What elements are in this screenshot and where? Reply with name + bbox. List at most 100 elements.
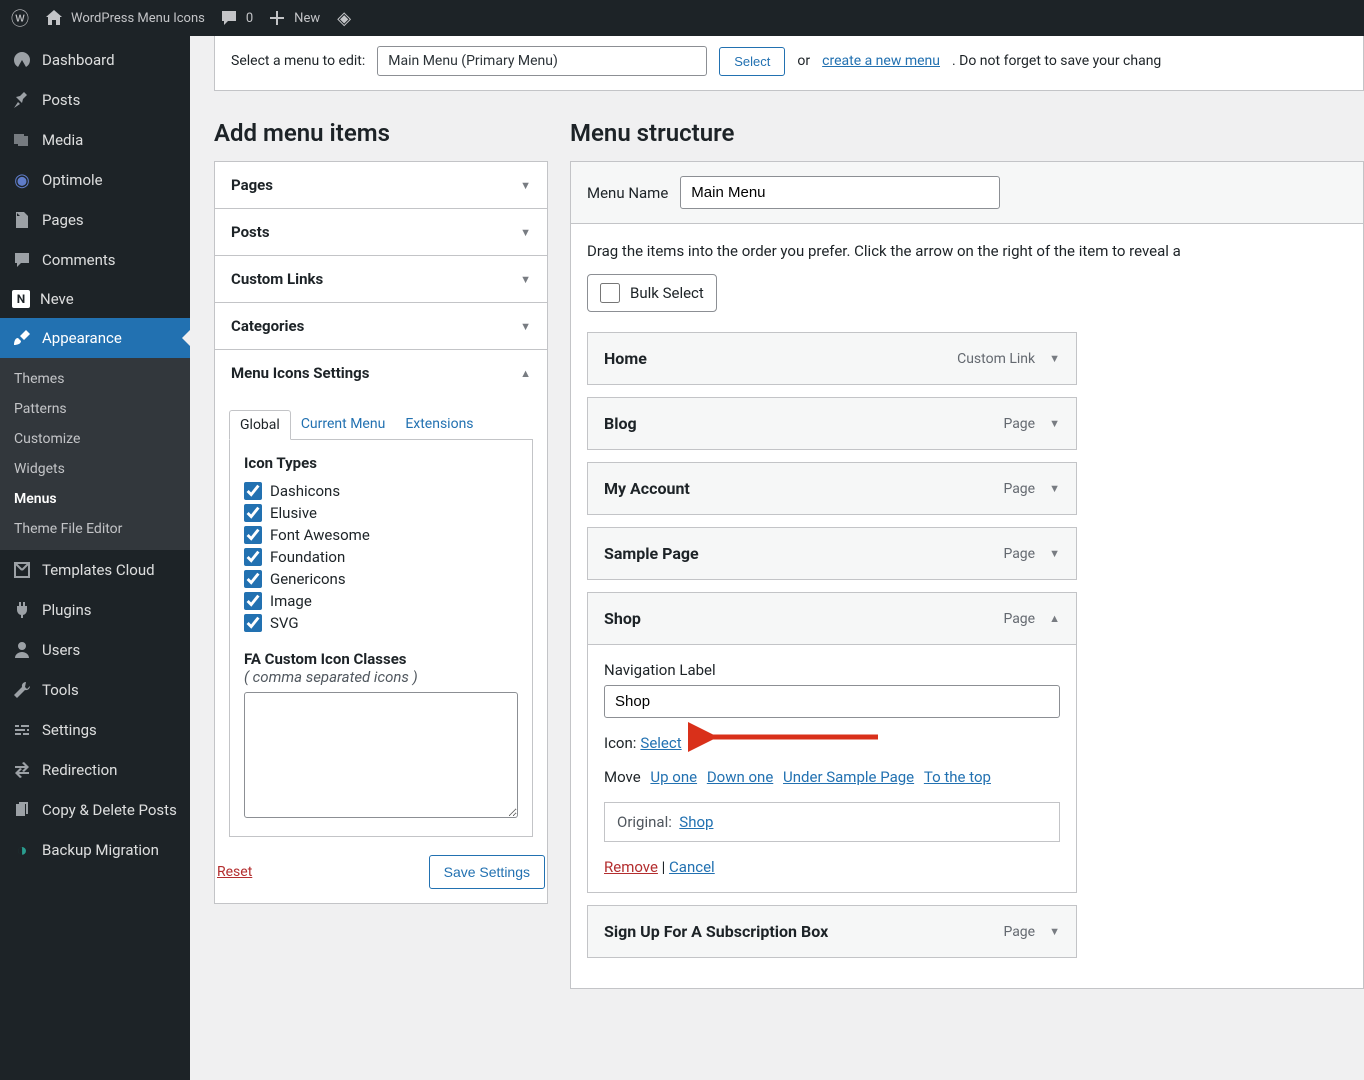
comments-link[interactable]: 0 [219,8,253,28]
menu-item-header[interactable]: Sign Up For A Subscription Box Page▼ [588,906,1076,957]
chevron-down-icon: ▼ [1049,417,1060,430]
menu-dropdown[interactable]: Main Menu (Primary Menu) [377,46,707,76]
accordion-posts[interactable]: Posts▼ [215,208,547,255]
chevron-down-icon: ▼ [1049,482,1060,495]
chevron-down-icon: ▼ [520,320,531,333]
checkbox-foundation[interactable] [244,548,262,566]
tab-global[interactable]: Global [229,410,291,440]
menu-item-type: Page [1003,611,1035,627]
menu-item-header[interactable]: Blog Page▼ [588,398,1076,449]
accordion-pages[interactable]: Pages▼ [215,162,547,208]
menu-item-expanded: Shop Page▲ Navigation Label Icon: Select [587,592,1077,893]
select-button[interactable]: Select [719,47,785,76]
create-menu-link[interactable]: create a new menu [822,53,940,69]
sidebar-item-neve[interactable]: NNeve [0,280,190,318]
sidebar-item-label: Copy & Delete Posts [42,801,177,819]
sidebar-item-backup[interactable]: ◑Backup Migration [0,830,190,870]
save-settings-button[interactable]: Save Settings [429,855,545,889]
accordion-label: Categories [231,317,304,335]
icon-select-row: Icon: Select [604,734,1060,752]
sidebar-item-comments[interactable]: Comments [0,240,190,280]
checkbox-svg[interactable] [244,614,262,632]
menu-item-title: Home [604,349,647,368]
media-icon [12,130,32,150]
submenu-patterns[interactable]: Patterns [0,394,190,424]
menu-name-input[interactable] [680,176,1000,209]
sidebar-item-plugins[interactable]: Plugins [0,590,190,630]
sidebar-item-optimole[interactable]: ◉Optimole [0,160,190,200]
chevron-down-icon: ▼ [1049,925,1060,938]
menu-item-header[interactable]: Shop Page▲ [588,593,1076,644]
tab-current-menu[interactable]: Current Menu [291,410,396,439]
sidebar-item-label: Neve [40,290,74,308]
sidebar-item-label: Redirection [42,761,117,779]
sidebar-item-copy-delete[interactable]: Copy & Delete Posts [0,790,190,830]
drag-instructions: Drag the items into the order you prefer… [587,242,1347,260]
sidebar-item-posts[interactable]: Posts [0,80,190,120]
sidebar-item-appearance[interactable]: Appearance [0,318,190,358]
menu-name-row: Menu Name [571,162,1363,224]
move-top-link[interactable]: To the top [924,768,991,786]
submenu-menus[interactable]: Menus [0,484,190,514]
plus-icon [267,8,287,28]
bulk-select-checkbox[interactable] [600,283,620,303]
menu-structure-heading: Menu structure [570,119,1364,147]
icon-select-link[interactable]: Select [640,734,681,752]
menu-item-header[interactable]: My Account Page▼ [588,463,1076,514]
fa-classes-textarea[interactable] [244,692,518,818]
menu-item-title: My Account [604,479,690,498]
checkbox-label: Foundation [270,548,345,566]
bulk-select-label: Bulk Select [630,284,704,302]
original-box: Original: Shop [604,802,1060,842]
sidebar-item-templates-cloud[interactable]: Templates Cloud [0,550,190,590]
topbar-extra-icon[interactable]: ◈ [334,8,354,28]
sidebar-item-dashboard[interactable]: Dashboard [0,40,190,80]
redirect-icon [12,760,32,780]
sidebar-item-label: Posts [42,91,80,109]
submenu-customize[interactable]: Customize [0,424,190,454]
menu-item-title: Blog [604,414,637,433]
checkbox-dashicons[interactable] [244,482,262,500]
original-link[interactable]: Shop [679,813,713,831]
move-down-link[interactable]: Down one [707,768,773,786]
move-up-link[interactable]: Up one [650,768,697,786]
sidebar-item-users[interactable]: Users [0,630,190,670]
remove-link[interactable]: Remove [604,858,658,876]
sidebar-item-tools[interactable]: Tools [0,670,190,710]
menu-item-header[interactable]: Home Custom Link▼ [588,333,1076,384]
submenu-themes[interactable]: Themes [0,364,190,394]
wp-logo[interactable]: ⓦ [10,8,30,28]
move-under-link[interactable]: Under Sample Page [783,768,914,786]
add-items-heading: Add menu items [214,119,548,147]
checkbox-elusive[interactable] [244,504,262,522]
bulk-select-toggle[interactable]: Bulk Select [587,274,717,312]
reset-link[interactable]: Reset [217,864,252,880]
menu-item-header[interactable]: Sample Page Page▼ [588,528,1076,579]
accordion-menu-icons[interactable]: Menu Icons Settings▲ [215,349,547,396]
sidebar-item-redirection[interactable]: Redirection [0,750,190,790]
nav-label-input[interactable] [604,685,1060,718]
sidebar-item-settings[interactable]: Settings [0,710,190,750]
sidebar-item-pages[interactable]: Pages [0,200,190,240]
accordion-categories[interactable]: Categories ▼ [215,302,547,349]
sidebar-item-label: Tools [42,681,79,699]
sidebar-item-media[interactable]: Media [0,120,190,160]
submenu-widgets[interactable]: Widgets [0,454,190,484]
sidebar-item-label: Optimole [42,171,103,189]
cancel-link[interactable]: Cancel [669,858,715,876]
site-home[interactable]: WordPress Menu Icons [44,8,205,28]
content-area: Select a menu to edit: Main Menu (Primar… [190,36,1364,1080]
sidebar-item-label: Backup Migration [42,841,159,859]
submenu-theme-file-editor[interactable]: Theme File Editor [0,514,190,544]
checkbox-image[interactable] [244,592,262,610]
sidebar-item-label: Comments [42,251,116,269]
checkbox-genericons[interactable] [244,570,262,588]
menu-item: Blog Page▼ [587,397,1077,450]
brush-icon [12,328,32,348]
checkbox-fontawesome[interactable] [244,526,262,544]
accordion-custom-links[interactable]: Custom Links▼ [215,255,547,302]
tab-extensions[interactable]: Extensions [395,410,483,439]
new-link[interactable]: New [267,8,320,28]
fa-classes-heading: FA Custom Icon Classes [244,650,518,668]
menu-item: My Account Page▼ [587,462,1077,515]
